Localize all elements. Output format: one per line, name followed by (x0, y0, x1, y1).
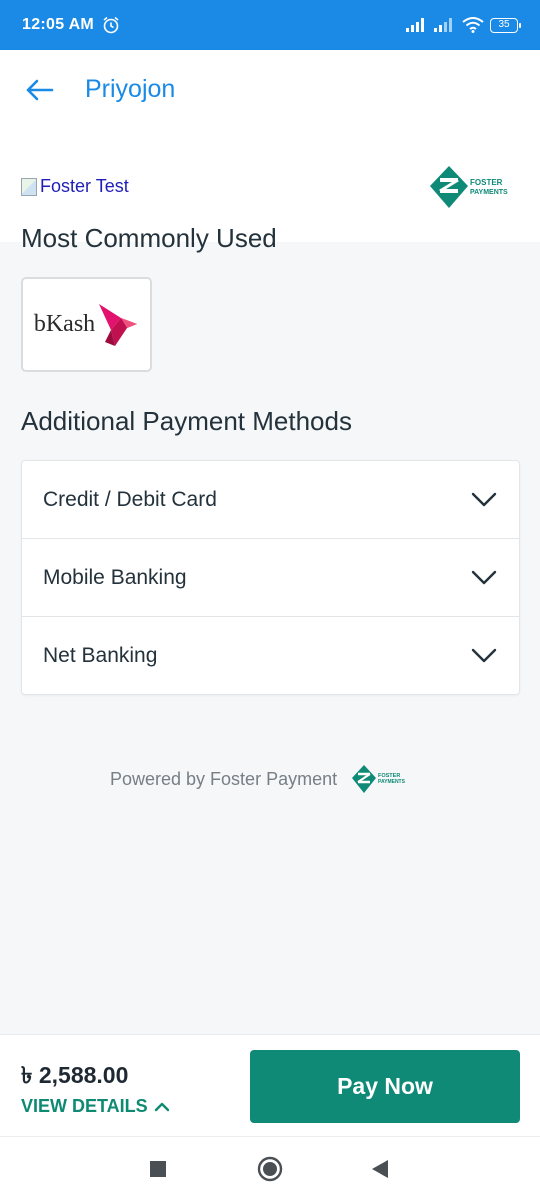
back-arrow-icon[interactable] (24, 76, 54, 104)
foster-payments-logo: FOSTER PAYMENTS (430, 166, 508, 208)
merchant-logo-alt-text: Foster Test (40, 176, 129, 196)
additional-payment-methods-title: Additional Payment Methods (21, 406, 352, 436)
chevron-down-icon (471, 648, 497, 663)
alarm-icon (103, 16, 119, 34)
svg-text:PAYMENTS: PAYMENTS (378, 779, 406, 785)
bkash-bird-icon (99, 303, 138, 346)
wifi-icon (462, 17, 484, 33)
method-credit-debit-card[interactable]: Credit / Debit Card (22, 461, 519, 539)
method-net-banking[interactable]: Net Banking (22, 617, 519, 695)
total-amount: ৳ 2,588.00 (21, 1062, 129, 1088)
pay-now-button[interactable]: Pay Now (250, 1050, 520, 1123)
chevron-down-icon (471, 570, 497, 584)
pay-bar: ৳ 2,588.00 VIEW DETAILS Pay Now (0, 1034, 540, 1136)
most-commonly-used-title: Most Commonly Used (21, 223, 277, 253)
header-background (0, 50, 540, 242)
svg-text:FOSTER: FOSTER (470, 178, 503, 187)
merchant-logo: Foster Test (21, 176, 129, 197)
signal-icon (406, 18, 424, 32)
recent-apps-icon[interactable] (149, 1160, 167, 1178)
page-title: Priyojon (85, 75, 176, 103)
bkash-payment-option[interactable]: bKash (21, 277, 152, 372)
payment-methods-accordion: Credit / Debit Card Mobile Banking Net B… (21, 460, 520, 695)
method-mobile-banking[interactable]: Mobile Banking (22, 539, 519, 617)
view-details-label: VIEW DETAILS (21, 1096, 148, 1116)
battery-icon: 35 (490, 17, 521, 33)
powered-by: Powered by Foster Payment FOSTER PAYMENT… (110, 764, 413, 794)
home-icon[interactable] (257, 1156, 283, 1182)
system-navigation-bar (0, 1136, 540, 1200)
foster-payments-small-logo: FOSTER PAYMENTS (352, 765, 406, 793)
method-label: Mobile Banking (43, 565, 187, 589)
view-details-link[interactable]: VIEW DETAILS (21, 1096, 170, 1117)
status-bar: 12:05 AM 35 (0, 0, 540, 50)
status-time: 12:05 AM (22, 16, 95, 33)
broken-image-icon (21, 177, 37, 196)
svg-text:PAYMENTS: PAYMENTS (470, 189, 508, 196)
chevron-up-icon (154, 1102, 169, 1112)
bkash-label: bKash (33, 311, 96, 337)
method-label: Net Banking (43, 644, 158, 667)
chevron-down-icon (471, 492, 497, 506)
signal-icon-2 (434, 18, 452, 32)
method-label: Credit / Debit Card (43, 487, 217, 511)
powered-by-text: Powered by Foster Payment (110, 768, 338, 789)
back-icon[interactable] (371, 1159, 389, 1179)
